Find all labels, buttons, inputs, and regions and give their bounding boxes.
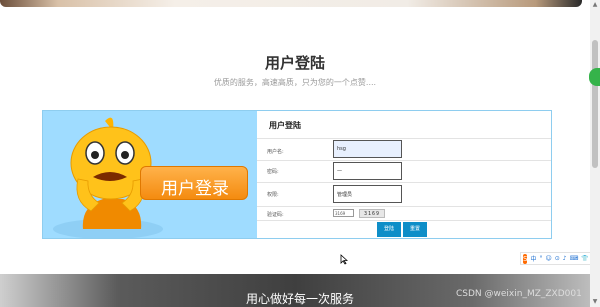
login-form: 用户登陆 用户名: 密码: 权限: 验证码: 3169 登陆 重置	[257, 111, 551, 238]
sogou-logo-icon[interactable]: S	[523, 253, 528, 264]
ime-toolbar[interactable]: S 中 ° ☺ ⊙ ♪ ⌨ 👕 ⁞⁞	[520, 252, 598, 265]
username-label: 用户名:	[267, 149, 284, 155]
csdn-watermark: CSDN @weixin_MZ_ZXD001	[456, 289, 582, 299]
ime-punctuation-icon[interactable]: °	[539, 255, 542, 262]
login-badge-text: 用户登录	[161, 179, 229, 199]
page-subtitle: 优质的服务，高速高质，只为您的一个点赞....	[213, 78, 377, 87]
login-panel: 用户登录 用户登陆 用户名: 密码: 权限: 验证码: 3169 登陆 重置	[42, 110, 552, 239]
captcha-input[interactable]	[333, 209, 354, 217]
role-label: 权限:	[267, 192, 279, 198]
scrollbar-thumb[interactable]	[592, 40, 598, 168]
ime-mode-icon[interactable]: 中	[530, 254, 536, 263]
mascot-illustration: 用户登录	[43, 111, 257, 238]
login-badge: 用户登录	[140, 166, 248, 200]
ime-voice-icon[interactable]: ♪	[563, 255, 567, 262]
page-title: 用户登陆	[264, 54, 325, 72]
ime-skin-icon[interactable]: 👕	[581, 255, 588, 262]
username-input[interactable]	[333, 140, 402, 158]
ime-settings-icon[interactable]: ⊙	[555, 255, 560, 262]
divider	[257, 206, 551, 207]
form-heading: 用户登陆	[269, 121, 301, 130]
floating-side-widget[interactable]	[589, 68, 600, 86]
top-banner-image	[0, 0, 582, 7]
login-button[interactable]: 登陆	[377, 222, 401, 237]
divider	[257, 182, 551, 183]
divider	[257, 138, 551, 139]
ime-keyboard-icon[interactable]: ⌨	[570, 255, 579, 262]
role-input[interactable]	[333, 185, 402, 203]
bottom-banner-text: 用心做好每一次服务	[245, 292, 354, 306]
captcha-label: 验证码:	[267, 212, 284, 218]
divider	[257, 220, 551, 221]
vertical-scrollbar[interactable]: ▲ ▼	[590, 0, 600, 307]
mouse-cursor-icon	[340, 254, 348, 265]
captcha-image[interactable]: 3169	[359, 209, 385, 218]
divider	[257, 160, 551, 161]
password-input[interactable]	[333, 162, 402, 180]
scroll-up-icon[interactable]: ▲	[590, 0, 600, 10]
reset-button[interactable]: 重置	[403, 222, 427, 237]
ime-emoji-icon[interactable]: ☺	[545, 255, 551, 262]
scroll-down-icon[interactable]: ▼	[590, 297, 600, 307]
password-label: 密码:	[267, 169, 279, 175]
